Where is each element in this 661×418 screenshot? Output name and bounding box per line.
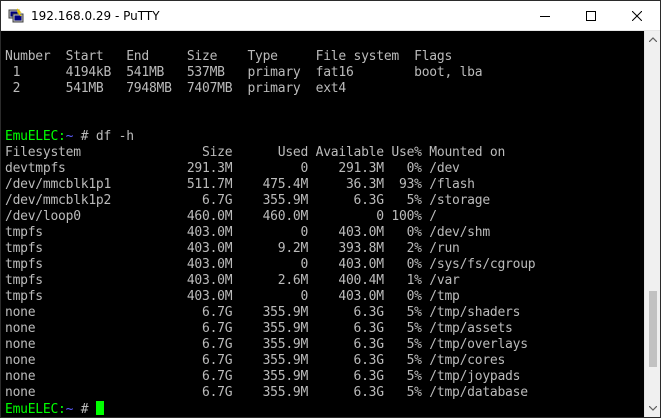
putty-window: 192.168.0.29 - PuTTY Number Start End Si… bbox=[0, 0, 661, 418]
command-prompt-line: EmuELEC:~ # df -h bbox=[5, 129, 134, 145]
active-prompt-line[interactable]: EmuELEC:~ # bbox=[5, 401, 104, 417]
close-icon bbox=[632, 10, 642, 21]
df-row: tmpfs 403.0M 2.6M 400.4M 1% /var bbox=[5, 273, 460, 288]
terminal-line: 1 4194kB 541MB 537MB primary fat16 boot,… bbox=[5, 65, 483, 80]
prompt-command: # bbox=[73, 402, 96, 417]
df-row: tmpfs 403.0M 9.2M 393.8M 2% /run bbox=[5, 241, 460, 256]
df-row: tmpfs 403.0M 0 403.0M 0% /sys/fs/cgroup bbox=[5, 257, 536, 272]
df-row: devtmpfs 291.3M 0 291.3M 0% /dev bbox=[5, 161, 460, 176]
prompt-host: EmuELEC: bbox=[5, 402, 66, 417]
terminal-line: Number Start End Size Type File system F… bbox=[5, 49, 453, 64]
minimize-button[interactable] bbox=[522, 1, 568, 30]
minimize-icon bbox=[540, 15, 550, 17]
scroll-up-button[interactable] bbox=[645, 31, 660, 48]
df-row: /dev/loop0 460.0M 460.0M 0 100% / bbox=[5, 209, 437, 224]
terminal-line: 2 541MB 7948MB 7407MB primary ext4 bbox=[5, 81, 347, 96]
df-header-row: Filesystem Size Used Available Use% Moun… bbox=[5, 145, 506, 160]
df-row: /dev/mmcblk1p2 6.7G 355.9M 6.3G 5% /stor… bbox=[5, 193, 490, 208]
scroll-down-button[interactable] bbox=[645, 400, 660, 417]
scrollbar-thumb[interactable] bbox=[649, 290, 657, 367]
maximize-button[interactable] bbox=[568, 1, 614, 30]
df-row: none 6.7G 355.9M 6.3G 5% /tmp/database bbox=[5, 385, 528, 400]
prompt-command: # df -h bbox=[73, 129, 134, 144]
putty-terminal-icon[interactable] bbox=[8, 8, 24, 24]
title-bar[interactable]: 192.168.0.29 - PuTTY bbox=[1, 1, 660, 31]
text-cursor bbox=[95, 401, 104, 415]
chevron-down-icon bbox=[649, 406, 657, 411]
df-row: tmpfs 403.0M 0 403.0M 0% /dev/shm bbox=[5, 225, 490, 240]
df-row: none 6.7G 355.9M 6.3G 5% /tmp/cores bbox=[5, 353, 506, 368]
terminal-area[interactable]: Number Start End Size Type File system F… bbox=[1, 31, 644, 417]
df-row: tmpfs 403.0M 0 403.0M 0% /tmp bbox=[5, 289, 460, 304]
window-title: 192.168.0.29 - PuTTY bbox=[31, 8, 160, 23]
df-row: none 6.7G 355.9M 6.3G 5% /tmp/overlays bbox=[5, 337, 528, 352]
df-row: /dev/mmcblk1p1 511.7M 475.4M 36.3M 93% /… bbox=[5, 177, 475, 192]
df-row: none 6.7G 355.9M 6.3G 5% /tmp/shaders bbox=[5, 305, 521, 320]
chevron-up-icon bbox=[649, 37, 657, 42]
vertical-scrollbar[interactable] bbox=[644, 31, 660, 417]
df-row: none 6.7G 355.9M 6.3G 5% /tmp/joypads bbox=[5, 369, 521, 384]
maximize-icon bbox=[586, 10, 596, 21]
df-row: none 6.7G 355.9M 6.3G 5% /tmp/assets bbox=[5, 321, 513, 336]
prompt-host: EmuELEC: bbox=[5, 129, 66, 144]
close-button[interactable] bbox=[614, 1, 660, 30]
